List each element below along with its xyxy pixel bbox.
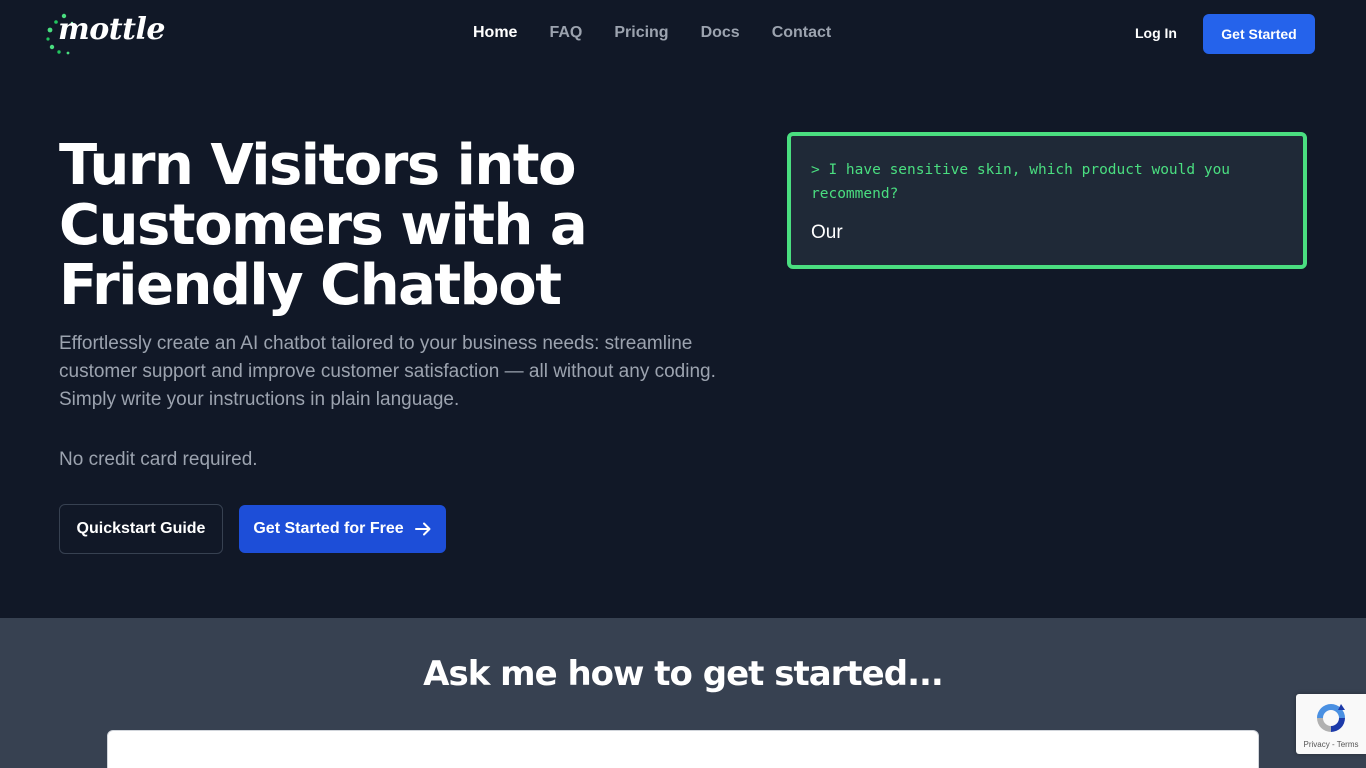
get-started-free-label: Get Started for Free [253, 520, 404, 537]
nav-contact-link[interactable]: Contact [772, 24, 832, 42]
hero-description: Effortlessly create an AI chatbot tailor… [59, 330, 739, 414]
nav-faq-link[interactable]: FAQ [549, 24, 582, 42]
nav-pricing-link[interactable]: Pricing [614, 24, 668, 42]
recaptcha-badge[interactable]: Privacy - Terms [1296, 694, 1366, 754]
get-started-free-button[interactable]: Get Started for Free [239, 505, 446, 553]
hero-title-line: Friendly Chatbot [59, 253, 562, 318]
terminal-prompt-line: recommend? [811, 186, 899, 202]
no-credit-card-note: No credit card required. [59, 449, 258, 470]
hero-title-line: Turn Visitors into [59, 133, 576, 198]
chat-demo-terminal: > I have sensitive skin, which product w… [787, 132, 1307, 269]
brand-name[interactable]: mottle [58, 12, 165, 47]
recaptcha-links: Privacy - Terms [1296, 740, 1366, 749]
recaptcha-separator: - [1329, 740, 1337, 749]
recaptcha-terms-link[interactable]: Terms [1337, 740, 1359, 749]
hero-description-line: customer support and improve customer sa… [59, 361, 716, 382]
nav-docs-link[interactable]: Docs [701, 24, 740, 42]
get-started-button[interactable]: Get Started [1203, 14, 1315, 54]
login-link[interactable]: Log In [1135, 25, 1177, 41]
quickstart-guide-button[interactable]: Quickstart Guide [59, 504, 223, 554]
arrow-right-icon [414, 522, 431, 536]
recaptcha-icon [1317, 704, 1345, 732]
recaptcha-privacy-link[interactable]: Privacy [1304, 740, 1330, 749]
terminal-response: Our [811, 222, 843, 243]
hero-description-line: Effortlessly create an AI chatbot tailor… [59, 333, 693, 354]
terminal-prompt: > I have sensitive skin, which product w… [811, 158, 1283, 206]
ask-section: Ask me how to get started... [0, 618, 1366, 768]
chat-widget-box[interactable] [107, 730, 1259, 768]
top-nav: mottle Home FAQ Pricing Docs Contact Log… [0, 0, 1366, 68]
terminal-prompt-line: > I have sensitive skin, which product w… [811, 162, 1231, 178]
nav-home-link[interactable]: Home [473, 24, 517, 42]
hero-title: Turn Visitors into Customers with a Frie… [59, 136, 719, 316]
main-nav: Home FAQ Pricing Docs Contact [473, 24, 863, 42]
ask-title: Ask me how to get started... [423, 654, 944, 694]
hero-description-line: Simply write your instructions in plain … [59, 389, 460, 410]
hero-title-line: Customers with a [59, 193, 588, 258]
